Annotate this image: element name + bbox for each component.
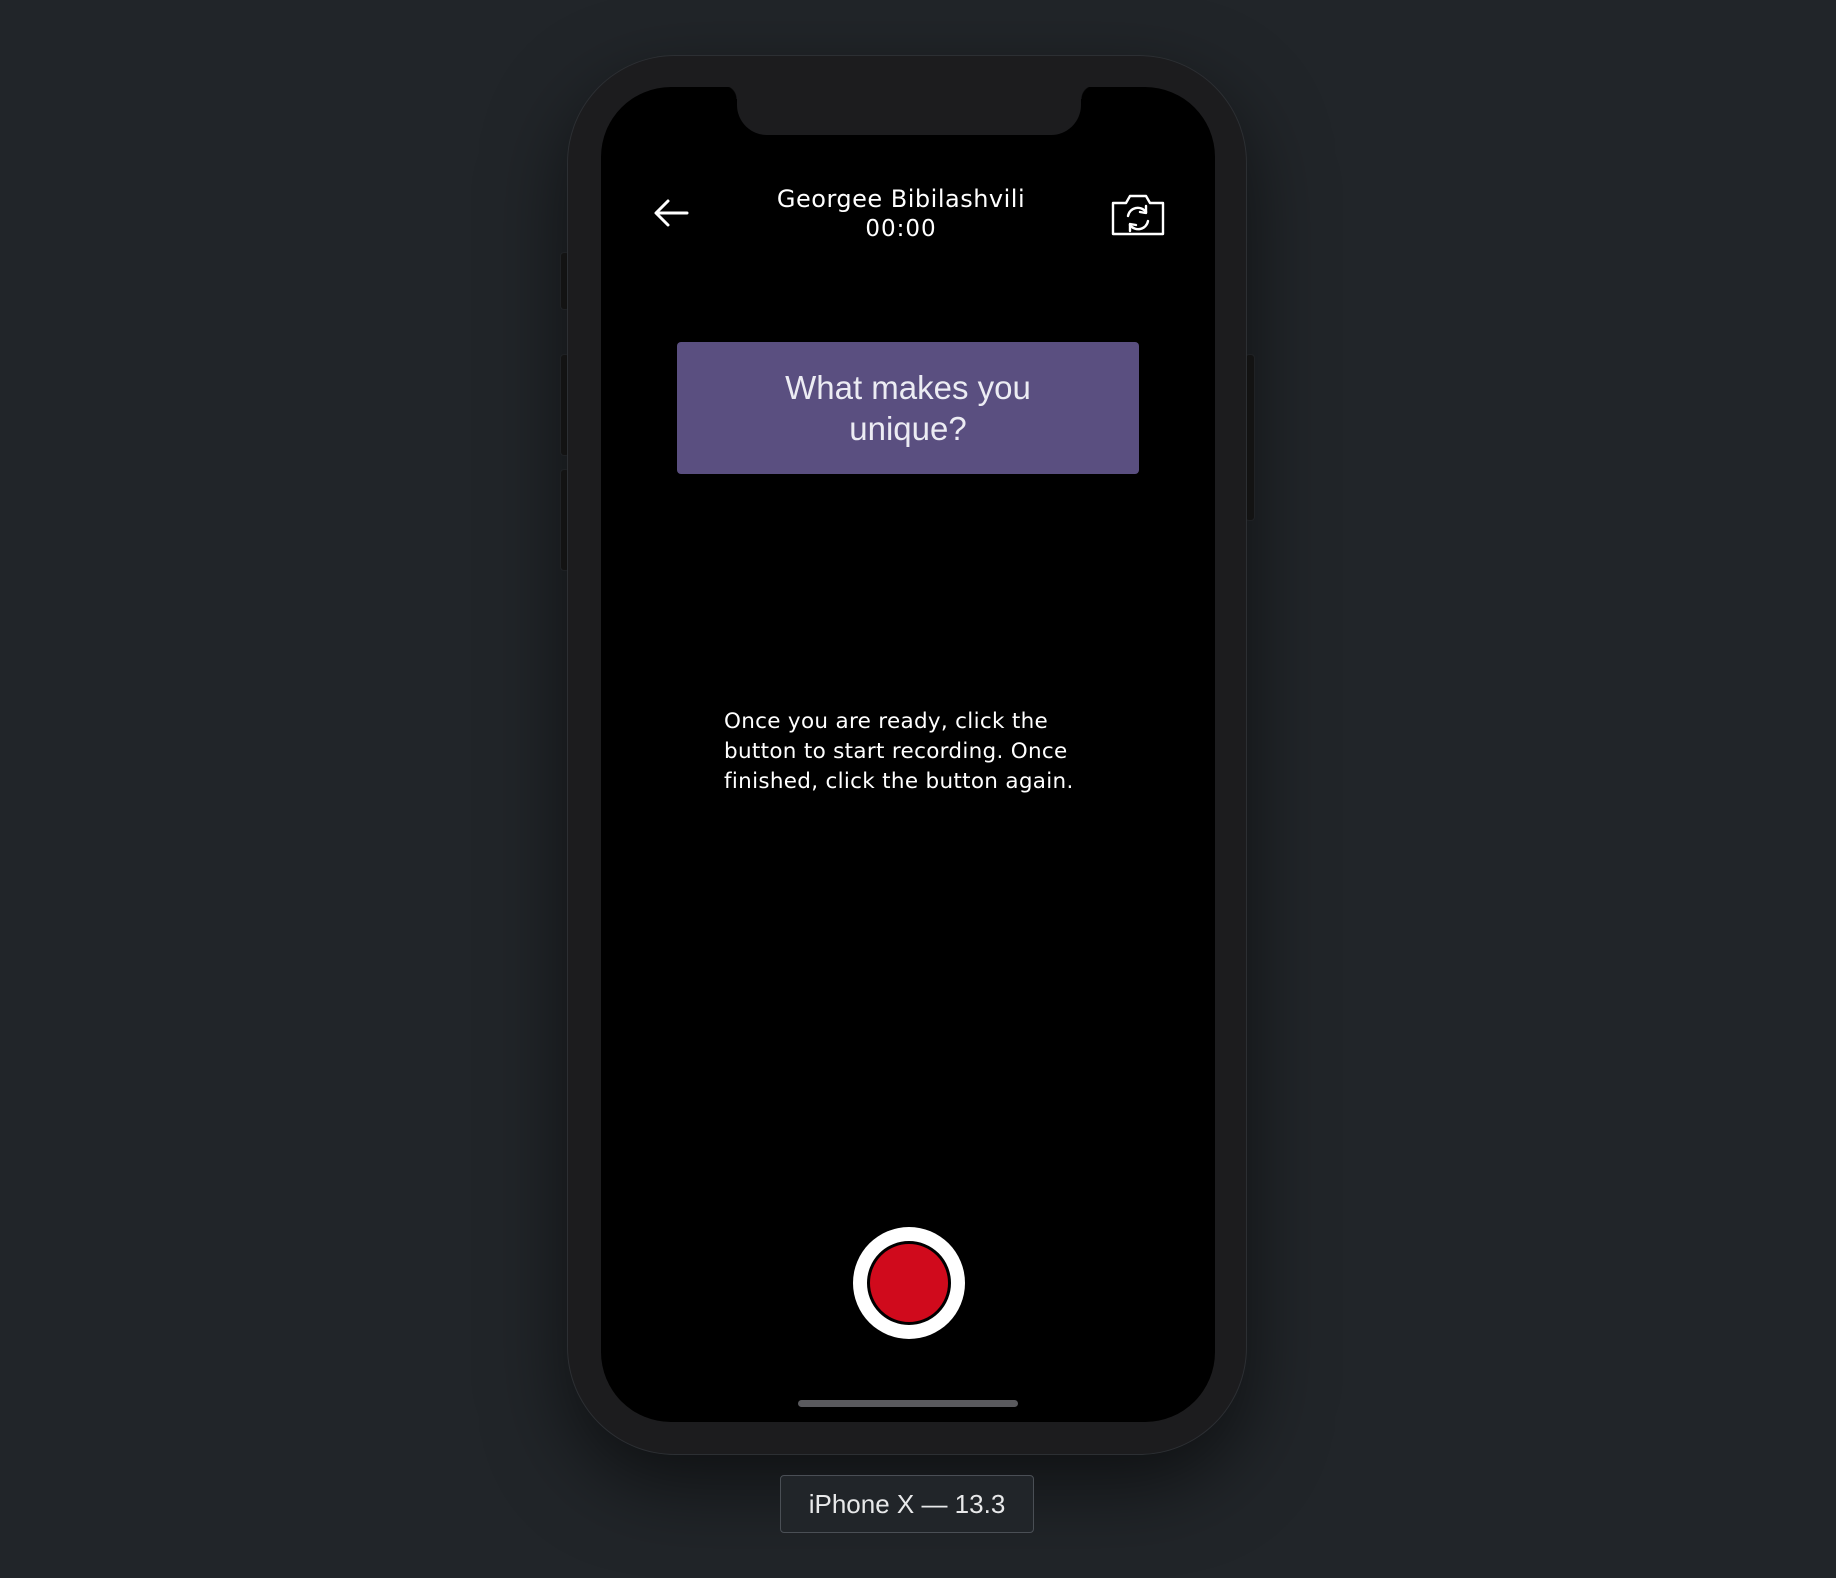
home-indicator[interactable]	[798, 1400, 1018, 1407]
recording-instructions: Once you are ready, click the button to …	[724, 709, 1074, 794]
device-label: iPhone X — 13.3	[780, 1475, 1034, 1533]
simulator-stage: Georgee Bibilashvili 00:00 What makes yo…	[0, 0, 1836, 1578]
arrow-left-icon	[654, 199, 689, 227]
question-card: What makes you unique?	[677, 342, 1139, 474]
camera-switch-icon	[1111, 194, 1165, 236]
power-button	[1246, 355, 1254, 520]
phone-screen: Georgee Bibilashvili 00:00 What makes yo…	[601, 87, 1215, 1422]
recording-header: Georgee Bibilashvili 00:00	[601, 183, 1215, 263]
record-button[interactable]	[853, 1227, 965, 1339]
question-text: What makes you unique?	[785, 369, 1031, 447]
switch-camera-button[interactable]	[1109, 191, 1167, 239]
participant-name: Georgee Bibilashvili	[776, 185, 1026, 213]
record-icon	[867, 1241, 951, 1325]
header-title: Georgee Bibilashvili 00:00	[721, 183, 1081, 243]
notch	[723, 87, 1095, 135]
back-button[interactable]	[651, 193, 691, 233]
recording-timer: 00:00	[865, 216, 937, 242]
